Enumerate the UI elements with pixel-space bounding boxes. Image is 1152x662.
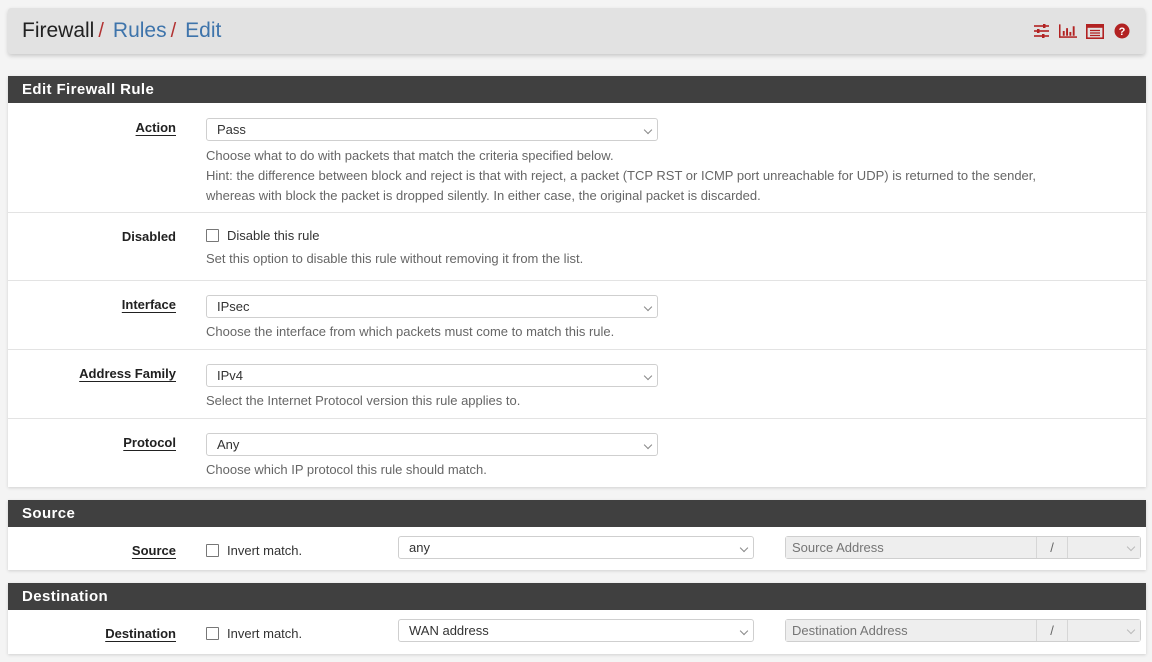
source-invert-checkbox-line[interactable]: Invert match.: [206, 543, 302, 558]
source-mask-separator: /: [1036, 537, 1068, 558]
protocol-content: Any Choose which IP protocol this rule s…: [206, 433, 658, 480]
action-help-line: Choose what to do with packets that matc…: [206, 148, 614, 163]
chevron-down-icon: [643, 125, 653, 135]
source-invert: Invert match.: [206, 543, 302, 558]
destination-type-select[interactable]: WAN address: [398, 619, 754, 642]
action-help-line: Hint: the difference between block and r…: [206, 168, 1037, 183]
panel-heading: Edit Firewall Rule: [8, 76, 1146, 103]
protocol-label[interactable]: Protocol: [123, 435, 176, 450]
source-invert-label[interactable]: Invert match.: [227, 543, 302, 558]
disabled-help: Set this option to disable this rule wit…: [206, 251, 584, 266]
destination-label[interactable]: Destination: [105, 626, 176, 641]
disabled-row: Disabled Disable this rule Set this opti…: [8, 213, 1146, 281]
protocol-select[interactable]: Any: [206, 433, 658, 456]
breadcrumb: Firewall / Rules / Edit: [22, 19, 221, 43]
page-header: Firewall / Rules / Edit ?: [8, 8, 1145, 54]
interface-select[interactable]: IPsec: [206, 295, 658, 318]
address-family-help: Select the Internet Protocol version thi…: [206, 393, 521, 408]
action-select-value: Pass: [217, 122, 246, 137]
action-select[interactable]: Pass: [206, 118, 658, 141]
protocol-help: Choose which IP protocol this rule shoul…: [206, 462, 487, 477]
address-family-label[interactable]: Address Family: [79, 366, 176, 381]
chevron-down-icon: [643, 371, 653, 381]
breadcrumb-separator: /: [98, 20, 104, 42]
address-family-row: Address Family IPv4 Select the Internet …: [8, 350, 1146, 419]
protocol-select-value: Any: [217, 437, 240, 452]
destination-heading: Destination: [8, 583, 1146, 610]
disabled-content: Disable this rule Set this option to dis…: [206, 228, 583, 269]
breadcrumb-separator: /: [170, 20, 177, 42]
disable-rule-checkbox-label[interactable]: Disable this rule: [227, 228, 320, 243]
source-address-input[interactable]: [786, 537, 1036, 558]
action-help-line: whereas with block the packet is dropped…: [206, 188, 761, 203]
source-heading: Source: [8, 500, 1146, 527]
chevron-down-icon: [739, 626, 749, 636]
source-type-value: any: [409, 540, 430, 555]
interface-content: IPsec Choose the interface from which pa…: [206, 295, 658, 342]
chevron-down-icon: [1126, 542, 1136, 552]
address-family-content: IPv4 Select the Internet Protocol versio…: [206, 364, 658, 411]
source-row: Source Invert match. any /: [8, 527, 1146, 570]
destination-invert-label[interactable]: Invert match.: [227, 626, 302, 641]
svg-text:?: ?: [1119, 26, 1126, 38]
source-type-select[interactable]: any: [398, 536, 754, 559]
destination-mask-separator: /: [1036, 620, 1068, 641]
chevron-down-icon: [643, 440, 653, 450]
disable-rule-checkbox-line[interactable]: Disable this rule: [206, 228, 583, 243]
list-table-icon[interactable]: [1086, 22, 1104, 40]
breadcrumb-edit[interactable]: Edit: [185, 19, 221, 43]
disabled-label: Disabled: [121, 229, 176, 244]
edit-rule-panel: Edit Firewall Rule Action Pass Choose wh…: [8, 76, 1146, 487]
action-row: Action Pass Choose what to do with packe…: [8, 103, 1146, 213]
destination-address-input[interactable]: [786, 620, 1036, 641]
chevron-down-icon: [739, 543, 749, 553]
source-label[interactable]: Source: [132, 543, 176, 558]
destination-row: Destination Invert match. WAN address /: [8, 610, 1146, 654]
help-circle-icon[interactable]: ?: [1113, 22, 1131, 40]
source-address-group: /: [785, 536, 1141, 559]
breadcrumb-firewall: Firewall: [22, 19, 95, 42]
address-family-select[interactable]: IPv4: [206, 364, 658, 387]
source-mask-select[interactable]: [1068, 537, 1140, 558]
address-family-select-value: IPv4: [217, 368, 244, 383]
destination-invert-checkbox-line[interactable]: Invert match.: [206, 626, 302, 641]
destination-mask-select[interactable]: [1068, 620, 1140, 641]
bar-chart-icon[interactable]: [1059, 22, 1077, 40]
header-icons: ?: [1032, 22, 1131, 40]
action-label[interactable]: Action: [136, 120, 176, 135]
interface-help: Choose the interface from which packets …: [206, 324, 615, 339]
protocol-row: Protocol Any Choose which IP protocol th…: [8, 419, 1146, 487]
destination-address-group: /: [785, 619, 1141, 642]
interface-select-value: IPsec: [217, 299, 250, 314]
action-help: Choose what to do with packets that matc…: [206, 146, 1036, 206]
source-invert-checkbox[interactable]: [206, 544, 219, 557]
source-panel: Source Source Invert match. any /: [8, 500, 1146, 570]
destination-invert: Invert match.: [206, 626, 302, 641]
chevron-down-icon: [1126, 625, 1136, 635]
destination-type-value: WAN address: [409, 623, 489, 638]
breadcrumb-rules[interactable]: Rules: [113, 19, 167, 43]
sliders-icon[interactable]: [1032, 22, 1050, 40]
interface-row: Interface IPsec Choose the interface fro…: [8, 281, 1146, 350]
destination-panel: Destination Destination Invert match. WA…: [8, 583, 1146, 654]
interface-label[interactable]: Interface: [122, 297, 176, 312]
destination-invert-checkbox[interactable]: [206, 627, 219, 640]
disable-rule-checkbox[interactable]: [206, 229, 219, 242]
chevron-down-icon: [643, 302, 653, 312]
action-content: Pass Choose what to do with packets that…: [206, 118, 1036, 206]
